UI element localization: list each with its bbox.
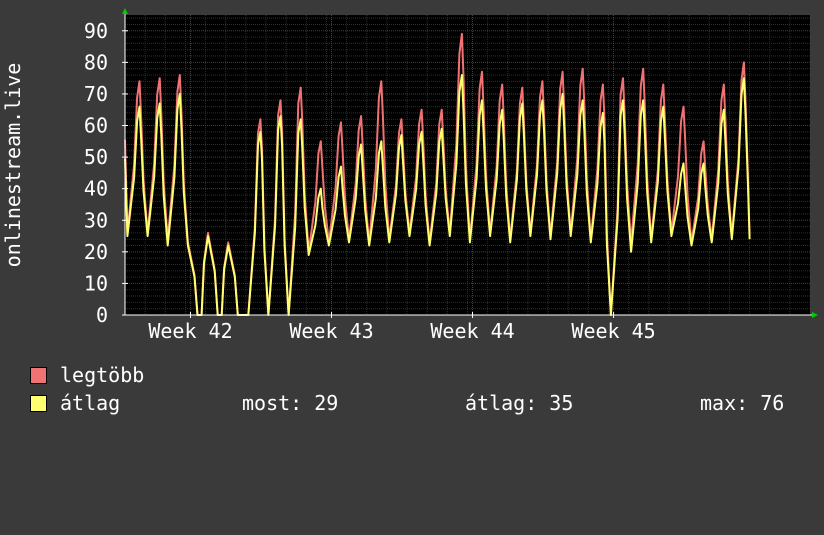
x-tick-label: Week 43	[289, 319, 373, 343]
y-tick-label: 50	[84, 145, 108, 169]
legend-item-atlag: átlag most: 29 átlag: 35 max: 76	[30, 391, 800, 415]
x-tick-label: Week 42	[148, 319, 232, 343]
y-tick-label: 0	[96, 303, 108, 327]
y-tick-label: 90	[84, 19, 108, 43]
y-tick-label: 70	[84, 82, 108, 106]
stat-max: max: 76	[700, 391, 785, 415]
legend-label-legtobb: legtöbb	[60, 363, 145, 387]
y-tick-label: 60	[84, 114, 108, 138]
x-tick-label: Week 45	[571, 319, 655, 343]
legend-label-atlag: átlag	[60, 391, 121, 415]
y-tick-label: 30	[84, 208, 108, 232]
x-tick-labels: Week 42 Week 43 Week 44 Week 45	[148, 319, 655, 343]
legtobb-swatch	[30, 367, 47, 384]
y-tick-label: 80	[84, 50, 108, 74]
atlag-swatch	[30, 395, 47, 412]
y-tick-label: 20	[84, 240, 108, 264]
y-axis-label: onlinestream.live	[1, 63, 25, 268]
y-tick-label: 40	[84, 177, 108, 201]
stat-most: most: 29	[242, 391, 339, 415]
y-tick-label: 10	[84, 271, 108, 295]
legend-item-legtobb: legtöbb	[30, 363, 230, 387]
y-axis-arrow-icon	[122, 8, 128, 14]
stat-atlag: átlag: 35	[465, 391, 574, 415]
x-tick-label: Week 44	[430, 319, 514, 343]
y-tick-labels: 0 10 20 30 40 50 60 70 80 90	[84, 19, 108, 327]
x-axis-arrow-icon	[812, 312, 818, 318]
